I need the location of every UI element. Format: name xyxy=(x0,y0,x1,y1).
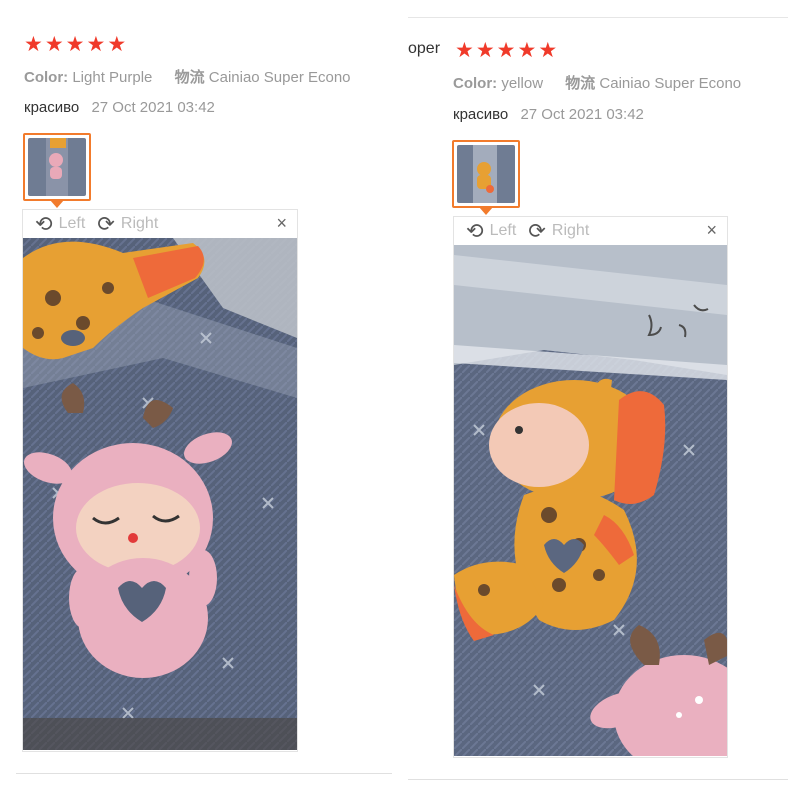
close-icon[interactable]: × xyxy=(276,213,287,234)
rotate-right-button[interactable]: ⟳ Right xyxy=(528,221,589,242)
rotate-left-icon: ⟲ xyxy=(466,219,484,243)
rotate-right-icon: ⟳ xyxy=(528,219,546,243)
viewer-toolbar: ⟲ Left ⟳ Right × xyxy=(454,217,727,245)
review-photo xyxy=(23,238,297,750)
star-icon: ★ xyxy=(496,39,516,62)
star-icon: ★ xyxy=(475,39,495,62)
star-icon: ★ xyxy=(86,33,106,56)
rotate-right-button[interactable]: ⟳ Right xyxy=(97,214,158,235)
shipping-value: Cainiao Super Econo xyxy=(599,75,742,92)
star-icon: ★ xyxy=(65,33,85,56)
review-date: 27 Oct 2021 03:42 xyxy=(520,106,644,123)
review-card-1: ★ ★ ★ ★ ★ Color: Light Purple 物流 Cainiao… xyxy=(0,0,400,800)
rotate-left-label: Left xyxy=(489,222,517,239)
feedback-text: красиво xyxy=(453,106,509,123)
shipping-value: Cainiao Super Econo xyxy=(208,69,351,86)
color-label: Color: xyxy=(453,75,498,92)
rotate-right-label: Right xyxy=(120,215,159,232)
color-label: Color: xyxy=(24,69,69,86)
shipping-label: 物流 xyxy=(174,69,205,86)
review-card-2: oper ★ ★ ★ ★ ★ Color: yellow 物流 Cainiao … xyxy=(400,0,800,800)
thumbnail-pointer xyxy=(479,207,493,215)
star-icon: ★ xyxy=(517,39,537,62)
rotate-left-label: Left xyxy=(58,215,86,232)
photo-thumbnail[interactable] xyxy=(452,140,520,215)
star-icon: ★ xyxy=(24,33,43,56)
rotate-left-icon: ⟲ xyxy=(35,212,53,236)
image-viewer: ⟲ Left ⟳ Right × xyxy=(453,216,728,758)
photo-thumbnail[interactable] xyxy=(23,133,91,208)
review-photo xyxy=(454,245,727,756)
sku-info: Color: Light Purple 物流 Cainiao Super Eco… xyxy=(24,66,392,87)
color-value: Light Purple xyxy=(72,69,153,86)
rotate-left-button[interactable]: ⟲ Left xyxy=(35,214,85,235)
feedback-row: красиво 27 Oct 2021 03:42 xyxy=(24,99,215,116)
star-icon: ★ xyxy=(455,39,474,62)
feedback-row: красиво 27 Oct 2021 03:42 xyxy=(453,106,644,123)
review-divider xyxy=(408,779,788,780)
review-divider xyxy=(16,773,392,774)
rotate-right-icon: ⟳ xyxy=(97,212,115,236)
star-icon: ★ xyxy=(44,33,64,56)
rotate-left-button[interactable]: ⟲ Left xyxy=(466,221,516,242)
thumbnail-image xyxy=(457,145,515,203)
thumbnail-image xyxy=(28,138,86,196)
color-value: yellow xyxy=(501,75,544,92)
rating-stars: ★ ★ ★ ★ ★ xyxy=(24,34,126,56)
viewer-toolbar: ⟲ Left ⟳ Right × xyxy=(23,210,297,238)
review-date: 27 Oct 2021 03:42 xyxy=(91,99,215,116)
rotate-right-label: Right xyxy=(551,222,590,239)
star-icon: ★ xyxy=(538,39,558,62)
sku-info: Color: yellow 物流 Cainiao Super Econo xyxy=(453,72,793,93)
image-viewer: ⟲ Left ⟳ Right × xyxy=(22,209,298,752)
star-icon: ★ xyxy=(107,33,127,56)
thumbnail-pointer xyxy=(50,200,64,208)
shipping-label: 物流 xyxy=(565,75,596,92)
close-icon[interactable]: × xyxy=(706,220,717,241)
feedback-text: красиво xyxy=(24,99,80,116)
reviewer-name-fragment: oper xyxy=(408,40,441,57)
rating-stars: ★ ★ ★ ★ ★ xyxy=(455,40,557,62)
